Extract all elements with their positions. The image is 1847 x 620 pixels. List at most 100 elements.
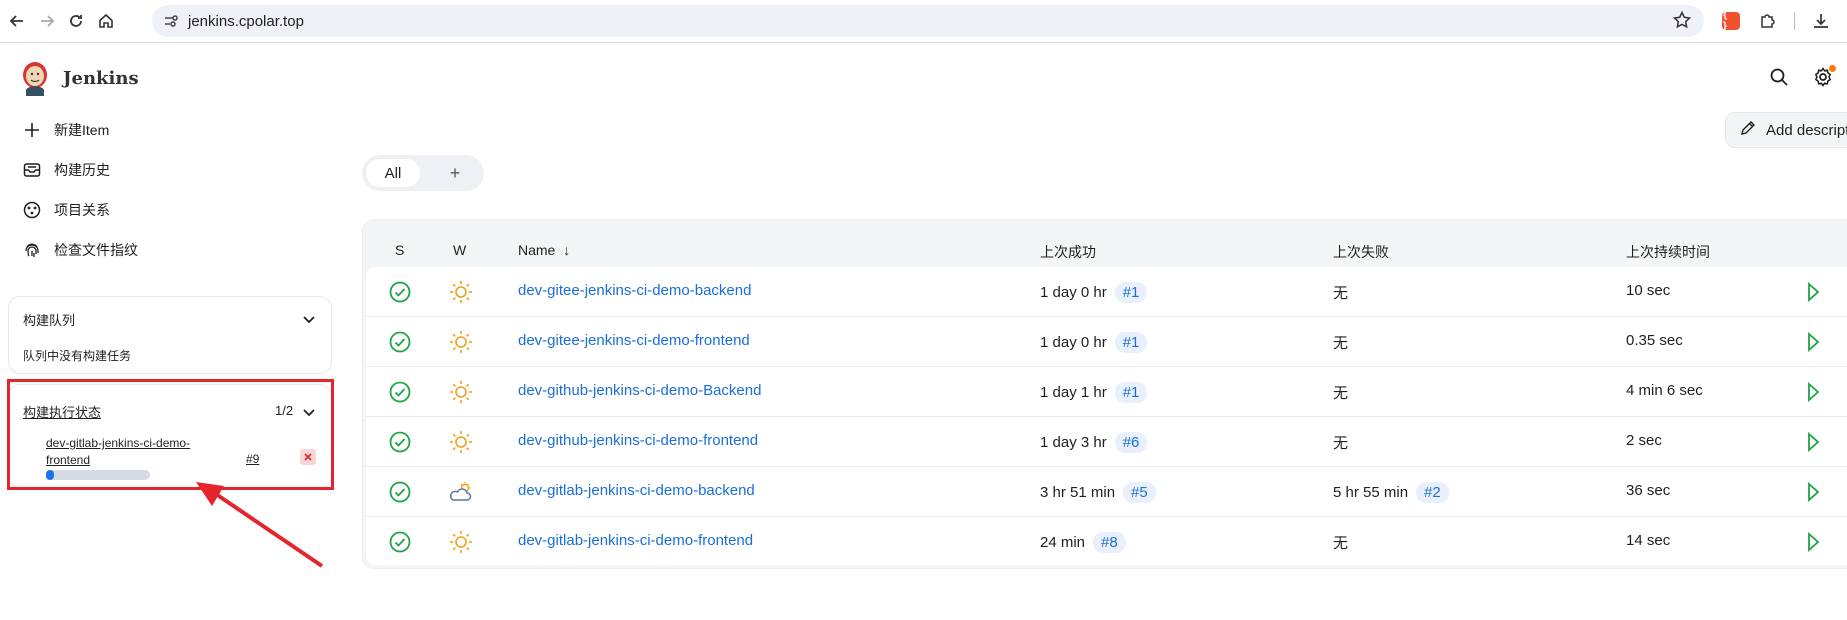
column-header-last-failure[interactable]: 上次失败: [1333, 242, 1389, 262]
table-row: dev-gitee-jenkins-ci-demo-backend 1 day 0…: [366, 267, 1847, 317]
build-queue-title[interactable]: 构建队列: [23, 310, 75, 329]
home-icon[interactable]: [93, 8, 119, 34]
annotation-arrow-icon: [196, 482, 324, 568]
last-duration-cell: 14 sec: [1626, 532, 1671, 549]
last-success-build-link[interactable]: #5: [1123, 482, 1156, 503]
success-status-icon: [388, 530, 412, 554]
jenkins-logo-icon[interactable]: [20, 60, 50, 96]
schedule-build-icon[interactable]: [1807, 381, 1820, 403]
last-success-cell: 24 min #8: [1040, 532, 1126, 553]
extension-icon[interactable]: { }: [1722, 10, 1740, 32]
last-duration-cell: 4 min 6 sec: [1626, 382, 1703, 399]
last-failure-build-link[interactable]: #2: [1416, 482, 1449, 503]
last-failure-time: 无: [1333, 285, 1349, 302]
last-success-build-link[interactable]: #6: [1114, 432, 1148, 453]
job-name-link[interactable]: dev-github-jenkins-ci-demo-Backend: [518, 382, 761, 399]
schedule-build-icon[interactable]: [1807, 331, 1820, 353]
screen: jenkins.cpolar.top { } Jenkins 新建Item 构建…: [0, 0, 1847, 620]
last-duration-cell: 0.35 sec: [1626, 332, 1683, 349]
sidebar-item-build-history[interactable]: 构建历史: [22, 157, 110, 183]
sunny-weather-icon: [448, 529, 474, 555]
success-status-icon: [388, 280, 412, 304]
column-header-last-success[interactable]: 上次成功: [1040, 242, 1096, 262]
sunny-weather-icon: [448, 279, 474, 305]
pencil-icon: [1740, 120, 1756, 140]
column-header-status[interactable]: S: [395, 242, 404, 258]
last-success-time: 1 day 0 hr: [1040, 334, 1107, 351]
success-status-icon: [388, 330, 412, 354]
job-name-link[interactable]: dev-gitlab-jenkins-ci-demo-frontend: [518, 532, 753, 549]
notification-dot: [1829, 65, 1836, 72]
tab-all[interactable]: All: [366, 159, 420, 187]
table-row: dev-gitee-jenkins-ci-demo-frontend 1 day …: [366, 317, 1847, 367]
last-success-cell: 1 day 0 hr #1: [1040, 282, 1148, 303]
relationship-icon: [22, 200, 42, 220]
inbox-icon: [22, 160, 42, 180]
last-success-build-link[interactable]: #1: [1114, 382, 1148, 403]
site-settings-icon[interactable]: [162, 12, 180, 35]
last-failure-cell: 无: [1333, 382, 1348, 403]
download-icon[interactable]: [1808, 8, 1834, 34]
reload-icon[interactable]: [63, 8, 89, 34]
last-success-time: 1 day 3 hr: [1040, 434, 1107, 451]
column-header-weather[interactable]: W: [453, 242, 466, 258]
sidebar-item-label: 项目关系: [54, 202, 110, 218]
last-duration-cell: 2 sec: [1626, 432, 1662, 449]
forward-arrow-icon[interactable]: [34, 8, 60, 34]
last-success-build-link[interactable]: #1: [1114, 282, 1148, 303]
last-success-time: 1 day 1 hr: [1040, 384, 1107, 401]
url-text: jenkins.cpolar.top: [188, 13, 304, 30]
sort-arrow-icon: ↓: [563, 242, 571, 258]
last-duration-cell: 10 sec: [1626, 282, 1671, 299]
puzzle-extensions-icon[interactable]: [1755, 8, 1781, 34]
plus-icon: [22, 120, 42, 140]
back-arrow-icon[interactable]: [4, 8, 30, 34]
gear-icon[interactable]: [1810, 64, 1836, 90]
add-description-button[interactable]: Add description: [1725, 112, 1847, 148]
search-icon[interactable]: [1766, 64, 1792, 90]
sidebar-item-project-relationship[interactable]: 项目关系: [22, 197, 110, 223]
sidebar-item-check-fingerprint[interactable]: 检查文件指纹: [22, 237, 138, 263]
address-bar[interactable]: jenkins.cpolar.top: [152, 5, 1704, 37]
schedule-build-icon[interactable]: [1807, 281, 1820, 303]
last-failure-time: 无: [1333, 335, 1349, 352]
last-success-cell: 3 hr 51 min #5: [1040, 482, 1156, 503]
job-name-link[interactable]: dev-github-jenkins-ci-demo-frontend: [518, 432, 758, 449]
sidebar-item-new-item[interactable]: 新建Item: [22, 117, 109, 143]
column-header-name[interactable]: Name ↓: [518, 242, 570, 258]
last-failure-cell: 5 hr 55 min #2: [1333, 482, 1449, 503]
last-failure-cell: 无: [1333, 532, 1348, 553]
schedule-build-icon[interactable]: [1807, 431, 1820, 453]
table-row: dev-gitlab-jenkins-ci-demo-backend 3 hr 5…: [366, 467, 1847, 517]
table-row: dev-github-jenkins-ci-demo-frontend 1 day…: [366, 417, 1847, 467]
last-success-build-link[interactable]: #1: [1114, 332, 1148, 353]
job-name-link[interactable]: dev-gitee-jenkins-ci-demo-frontend: [518, 332, 750, 349]
last-success-cell: 1 day 1 hr #1: [1040, 382, 1148, 403]
last-success-cell: 1 day 3 hr #6: [1040, 432, 1148, 453]
schedule-build-icon[interactable]: [1807, 531, 1820, 553]
column-header-last-duration[interactable]: 上次持续时间: [1626, 242, 1710, 262]
brand-name[interactable]: Jenkins: [63, 68, 139, 89]
last-failure-cell: 无: [1333, 282, 1348, 303]
table-row: dev-github-jenkins-ci-demo-Backend 1 day …: [366, 367, 1847, 417]
chevron-down-icon[interactable]: [301, 311, 317, 327]
last-success-build-link[interactable]: #8: [1093, 532, 1126, 553]
success-status-icon: [388, 430, 412, 454]
last-failure-time: 无: [1333, 385, 1349, 402]
sunny-weather-icon: [448, 379, 474, 405]
success-status-icon: [388, 380, 412, 404]
fingerprint-icon: [22, 240, 42, 260]
bookmark-star-icon[interactable]: [1672, 10, 1692, 35]
job-name-link[interactable]: dev-gitee-jenkins-ci-demo-backend: [518, 282, 751, 299]
schedule-build-icon[interactable]: [1807, 481, 1820, 503]
last-success-time: 3 hr 51 min: [1040, 484, 1116, 501]
table-body: dev-gitee-jenkins-ci-demo-backend 1 day 0…: [366, 267, 1847, 565]
job-name-link[interactable]: dev-gitlab-jenkins-ci-demo-backend: [518, 482, 755, 499]
sunny-weather-icon: [448, 329, 474, 355]
add-view-button[interactable]: +: [440, 159, 470, 187]
queue-empty-text: 队列中没有构建任务: [23, 349, 132, 363]
build-queue-card: 构建队列 队列中没有构建任务: [8, 296, 332, 374]
last-failure-time: 无: [1333, 435, 1349, 452]
toolbar-divider: [1794, 12, 1795, 30]
highlight-box: [7, 379, 334, 490]
